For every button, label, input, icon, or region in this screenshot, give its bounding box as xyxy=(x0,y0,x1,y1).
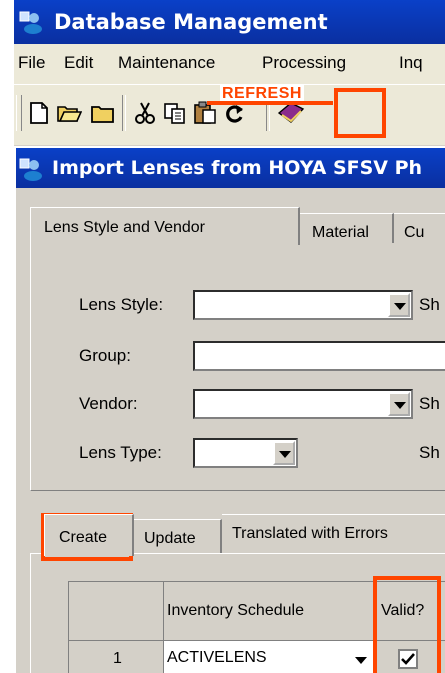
lens-style-dropdown-button[interactable] xyxy=(388,293,410,317)
dialog-title: Import Lenses from HOYA SFSV Ph xyxy=(52,157,423,179)
group-label: Group: xyxy=(79,346,131,365)
lens-style-label: Lens Style: xyxy=(79,295,164,314)
chevron-down-icon xyxy=(394,303,406,310)
lens-style-combo[interactable] xyxy=(193,290,413,320)
copy-icon[interactable] xyxy=(162,100,188,126)
database-app-icon xyxy=(19,11,42,34)
menu-maintenance[interactable]: Maintenance xyxy=(118,53,215,73)
toolbar-grip[interactable] xyxy=(16,95,22,131)
vendor-suffix: Sh xyxy=(419,394,440,413)
tab-material[interactable]: Material xyxy=(300,213,394,243)
chevron-down-icon xyxy=(394,402,406,409)
grid-cell-inventory-schedule[interactable]: ACTIVELENS xyxy=(163,640,376,673)
grid-header-inventory-schedule[interactable]: Inventory Schedule xyxy=(163,581,376,641)
lens-style-suffix: Sh xyxy=(419,295,440,314)
vendor-dropdown-button[interactable] xyxy=(388,392,410,416)
dialog-title-bar: Import Lenses from HOYA SFSV Ph xyxy=(16,148,445,188)
lens-type-combo[interactable] xyxy=(193,438,298,468)
menu-edit[interactable]: Edit xyxy=(64,53,93,73)
title-bar: Database Management xyxy=(14,0,445,44)
group-combo[interactable] xyxy=(193,341,445,371)
folder-icon[interactable] xyxy=(90,100,116,126)
menu-inquiry[interactable]: Inq xyxy=(399,53,423,73)
menu-file[interactable]: File xyxy=(18,53,45,73)
tab-translated-with-errors[interactable]: Translated with Errors xyxy=(222,514,445,552)
chevron-down-icon xyxy=(355,657,367,664)
lens-type-dropdown-button[interactable] xyxy=(273,441,295,465)
grid-row-number[interactable]: 1 xyxy=(68,640,164,673)
new-document-icon[interactable] xyxy=(26,100,52,126)
grid-header-corner xyxy=(68,581,164,641)
tab-lens-style-vendor[interactable]: Lens Style and Vendor xyxy=(30,207,300,245)
tab-create[interactable]: Create xyxy=(44,514,134,556)
lens-type-label: Lens Type: xyxy=(79,443,162,462)
toolbar-separator xyxy=(122,95,126,131)
dialog-database-icon xyxy=(19,158,42,181)
valid-column-highlight-box xyxy=(373,576,441,673)
open-folder-icon[interactable] xyxy=(56,100,82,126)
chevron-down-icon xyxy=(279,451,291,458)
refresh-highlight-box xyxy=(334,88,386,138)
lens-type-suffix: Sh xyxy=(419,443,440,462)
menu-processing[interactable]: Processing xyxy=(262,53,346,73)
tab-cu[interactable]: Cu xyxy=(394,213,445,243)
vendor-combo[interactable] xyxy=(193,389,413,419)
cut-icon[interactable] xyxy=(132,100,158,126)
menu-bar: File Edit Maintenance Processing Inq xyxy=(14,44,445,84)
tab-update[interactable]: Update xyxy=(134,519,222,553)
vendor-label: Vendor: xyxy=(79,394,138,413)
refresh-annotation-underline xyxy=(207,101,333,137)
window-title: Database Management xyxy=(54,10,328,34)
schedule-dropdown-button[interactable] xyxy=(352,650,372,670)
